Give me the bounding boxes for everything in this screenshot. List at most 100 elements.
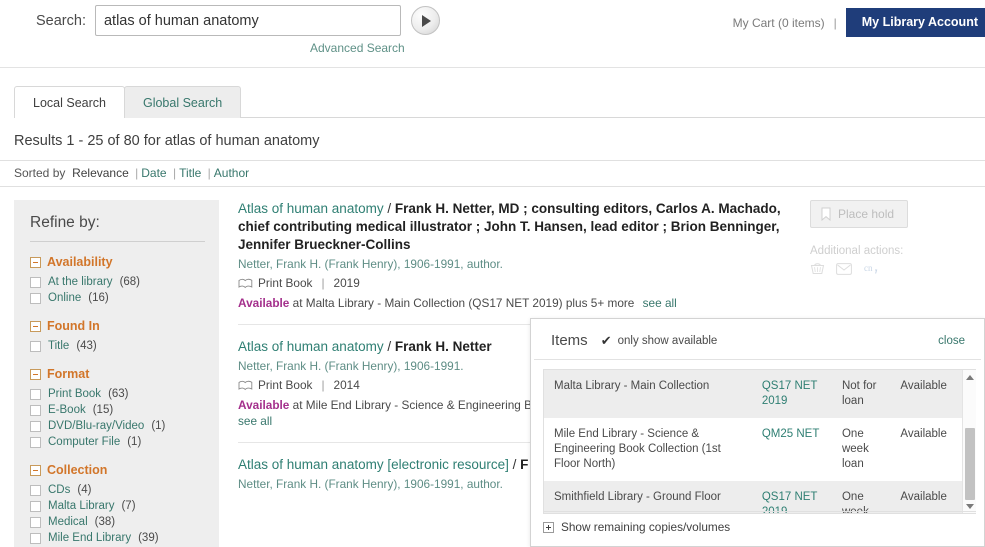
checkbox-icon[interactable] [30,404,41,416]
add-to-cart-icon[interactable] [810,262,825,275]
search-submit-button[interactable] [410,6,440,35]
checked-checkbox-icon[interactable]: ✔ [601,334,612,347]
table-row[interactable]: Smithfield Library - Ground Floor QS17 N… [544,481,976,513]
facet-title: Collection [47,463,108,477]
facet-option[interactable]: Mile End Library (39) [30,530,205,546]
sort-option-date[interactable]: Date [141,166,166,180]
account-links: My Cart (0 items) | My Library Account [733,8,985,37]
advanced-search-link[interactable]: Advanced Search [310,41,405,55]
facet-option[interactable]: At the library (68) [30,274,205,290]
facet-option[interactable]: CDs (4) [30,482,205,498]
search-label: Search: [36,12,86,29]
facet-option-label[interactable]: Online [48,292,81,304]
sort-option-author[interactable]: Author [214,166,249,180]
svg-text:cn: cn [864,263,873,273]
facet-option-label[interactable]: CDs [48,484,70,496]
facet-option[interactable]: E-Book (15) [30,402,205,418]
collapse-minus-icon[interactable] [30,368,41,380]
see-all-link[interactable]: see all [238,414,272,428]
record-title-slash: / [508,457,521,472]
facet-option-label[interactable]: Computer File [48,436,120,448]
cite-icon[interactable]: cn [863,262,880,275]
checkbox-icon[interactable] [30,532,41,544]
checkbox-icon[interactable] [30,292,41,304]
item-loan-type: One week loan [841,428,869,470]
search-input[interactable] [94,5,401,36]
facet-option-label[interactable]: E-Book [48,404,86,416]
collapse-minus-icon[interactable] [30,256,41,268]
facet-availability-header[interactable]: Availability [30,255,205,269]
record-actions: Place hold Additional actions: cn [810,200,975,275]
scrollbar-thumb[interactable] [965,428,975,500]
record-title-line: Atlas of human anatomy / Frank H. Netter… [238,200,795,254]
place-hold-button[interactable]: Place hold [810,200,909,228]
only-show-available-toggle[interactable]: ✔ only show available [601,334,718,347]
my-library-account-button[interactable]: My Library Account [845,8,985,37]
facet-option-label[interactable]: Print Book [48,388,101,400]
tab-global-search[interactable]: Global Search [123,86,242,118]
table-row[interactable]: Malta Library - Main Collection QS17 NET… [544,370,976,418]
close-popup-link[interactable]: close [938,335,965,347]
see-all-link[interactable]: see all [643,296,677,310]
facet-format-header[interactable]: Format [30,367,205,381]
facet-option-label[interactable]: DVD/Blu-ray/Video [48,420,144,432]
facet-option[interactable]: Malta Library (7) [30,498,205,514]
items-table: Malta Library - Main Collection QS17 NET… [544,370,976,513]
checkbox-icon[interactable] [30,484,41,496]
facet-option-count: (43) [76,340,97,352]
facet-option[interactable]: Computer File (1) [30,434,205,450]
checkbox-icon[interactable] [30,340,41,352]
facet-option[interactable]: Online (16) [30,290,205,306]
scroll-up-arrow-icon[interactable] [963,370,976,384]
item-location: Smithfield Library - Ground Floor [544,481,757,513]
checkbox-icon[interactable] [30,436,41,448]
checkbox-icon[interactable] [30,500,41,512]
table-row[interactable]: Mile End Library - Science & Engineering… [544,418,976,481]
checkbox-icon[interactable] [30,516,41,528]
items-scrollbar[interactable] [962,370,976,513]
item-location: Malta Library - Main Collection [544,370,757,418]
items-popup: Items ✔ only show available close Malta … [530,318,985,547]
place-hold-label: Place hold [838,207,895,221]
facet-option[interactable]: Print Book (63) [30,386,205,402]
facet-found-in-header[interactable]: Found In [30,319,205,333]
item-call-number[interactable]: QS17 NET 2019 [756,481,832,513]
record-format-line: Print Book | 2019 [238,276,795,290]
facet-option-count: (68) [119,276,141,288]
facet-option[interactable]: DVD/Blu-ray/Video (1) [30,418,205,434]
tab-local-search[interactable]: Local Search [14,86,125,118]
expand-plus-icon[interactable] [543,521,554,533]
facet-option-label[interactable]: At the library [48,276,113,288]
facet-option[interactable]: Medical (38) [30,514,205,530]
show-remaining-copies-link[interactable]: Show remaining copies/volumes [561,520,730,534]
record-author-link[interactable]: Netter, Frank H. (Frank Henry), 1906-199… [238,257,795,271]
facet-option-count: (1) [151,420,166,432]
checkbox-icon[interactable] [30,388,41,400]
facet-collection-header[interactable]: Collection [30,463,205,477]
facet-availability: Availability At the library (68) Online … [30,255,205,306]
collapse-minus-icon[interactable] [30,464,41,476]
facet-option-label[interactable]: Malta Library [48,500,114,512]
record-title-link[interactable]: Atlas of human anatomy [electronic resou… [238,457,509,472]
facet-option-label[interactable]: Medical [48,516,88,528]
facet-option-label[interactable]: Title [48,340,69,352]
facet-option[interactable]: Title (43) [30,338,205,354]
item-call-number[interactable]: QS17 NET 2019 [756,370,832,418]
sort-option-title[interactable]: Title [179,166,201,180]
record-title-link[interactable]: Atlas of human anatomy [238,339,384,354]
results-summary: Results 1 - 25 of 80 for atlas of human … [14,133,320,149]
my-cart-link[interactable]: My Cart (0 items) [733,16,825,30]
record-responsibility: F [520,457,529,472]
facet-option-count: (16) [88,292,109,304]
facet-title: Availability [47,255,113,269]
facet-format-list: Print Book (63) E-Book (15) DVD/Blu-ray/… [30,386,205,450]
checkbox-icon[interactable] [30,420,41,432]
availability-detail: at Malta Library - Main Collection (QS17… [292,296,635,310]
checkbox-icon[interactable] [30,276,41,288]
facet-option-label[interactable]: Mile End Library [48,532,131,544]
email-icon[interactable] [836,262,852,275]
record-title-link[interactable]: Atlas of human anatomy [238,201,384,216]
item-location: Mile End Library - Science & Engineering… [554,428,721,470]
item-call-number[interactable]: QM25 NET [757,418,832,481]
collapse-minus-icon[interactable] [30,320,41,332]
